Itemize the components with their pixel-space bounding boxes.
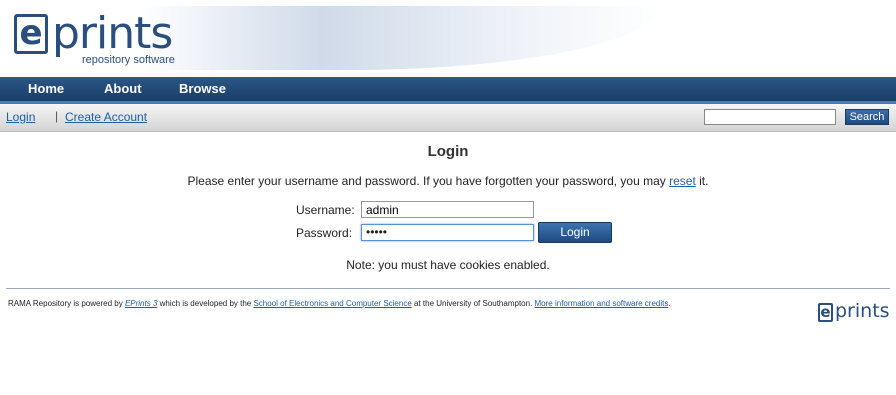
user-toolbar: Login | Create Account Search [0, 104, 896, 132]
userbar-separator: | [55, 109, 59, 123]
school-link[interactable]: School of Electronics and Computer Scien… [253, 299, 411, 308]
header-banner: e prints repository software [0, 0, 896, 76]
instructions-text-after: it. [695, 174, 709, 188]
cookies-note: Note: you must have cookies enabled. [346, 258, 550, 272]
footer-logo-wordmark: prints [835, 300, 890, 322]
nav-home[interactable]: Home [28, 81, 64, 96]
password-label: Password: [296, 226, 353, 240]
username-label: Username: [296, 203, 355, 217]
eprints-link[interactable]: EPrints 3 [125, 299, 157, 308]
logo-letter-box: e [14, 14, 48, 54]
footer-text-1: RAMA Repository is powered by [8, 299, 125, 308]
login-button[interactable]: Login [538, 222, 612, 243]
password-masked-value: ••••• [366, 225, 388, 239]
password-field[interactable]: ••••• [361, 224, 534, 241]
footer-text-3: at the University of Southampton. [411, 299, 535, 308]
username-field[interactable] [361, 201, 534, 218]
footer-divider [6, 288, 890, 289]
footer-text-4: . [668, 299, 671, 308]
eprints-logo[interactable]: e prints repository software [14, 8, 194, 70]
main-nav: Home About Browse [0, 77, 896, 104]
login-instructions: Please enter your username and password.… [0, 174, 896, 188]
page-title: Login [427, 143, 469, 160]
footer-logo-letter-box: e [818, 303, 833, 322]
search-input[interactable] [704, 109, 836, 125]
more-info-link[interactable]: More information and software credits [535, 299, 669, 308]
create-account-link[interactable]: Create Account [65, 110, 147, 124]
reset-password-link[interactable]: reset [669, 174, 696, 188]
logo-wordmark: prints [52, 8, 173, 59]
header-swoosh-decoration [140, 6, 660, 70]
instructions-text-before: Please enter your username and password.… [187, 174, 670, 188]
footer-credits: RAMA Repository is powered by EPrints 3 … [8, 299, 798, 309]
nav-browse[interactable]: Browse [179, 81, 226, 96]
login-link[interactable]: Login [6, 110, 35, 124]
footer-text-2: which is developed by the [157, 299, 254, 308]
logo-tagline: repository software [82, 54, 175, 66]
search-button[interactable]: Search [845, 109, 889, 125]
nav-about[interactable]: About [104, 81, 142, 96]
footer-eprints-logo[interactable]: e prints [818, 300, 890, 326]
